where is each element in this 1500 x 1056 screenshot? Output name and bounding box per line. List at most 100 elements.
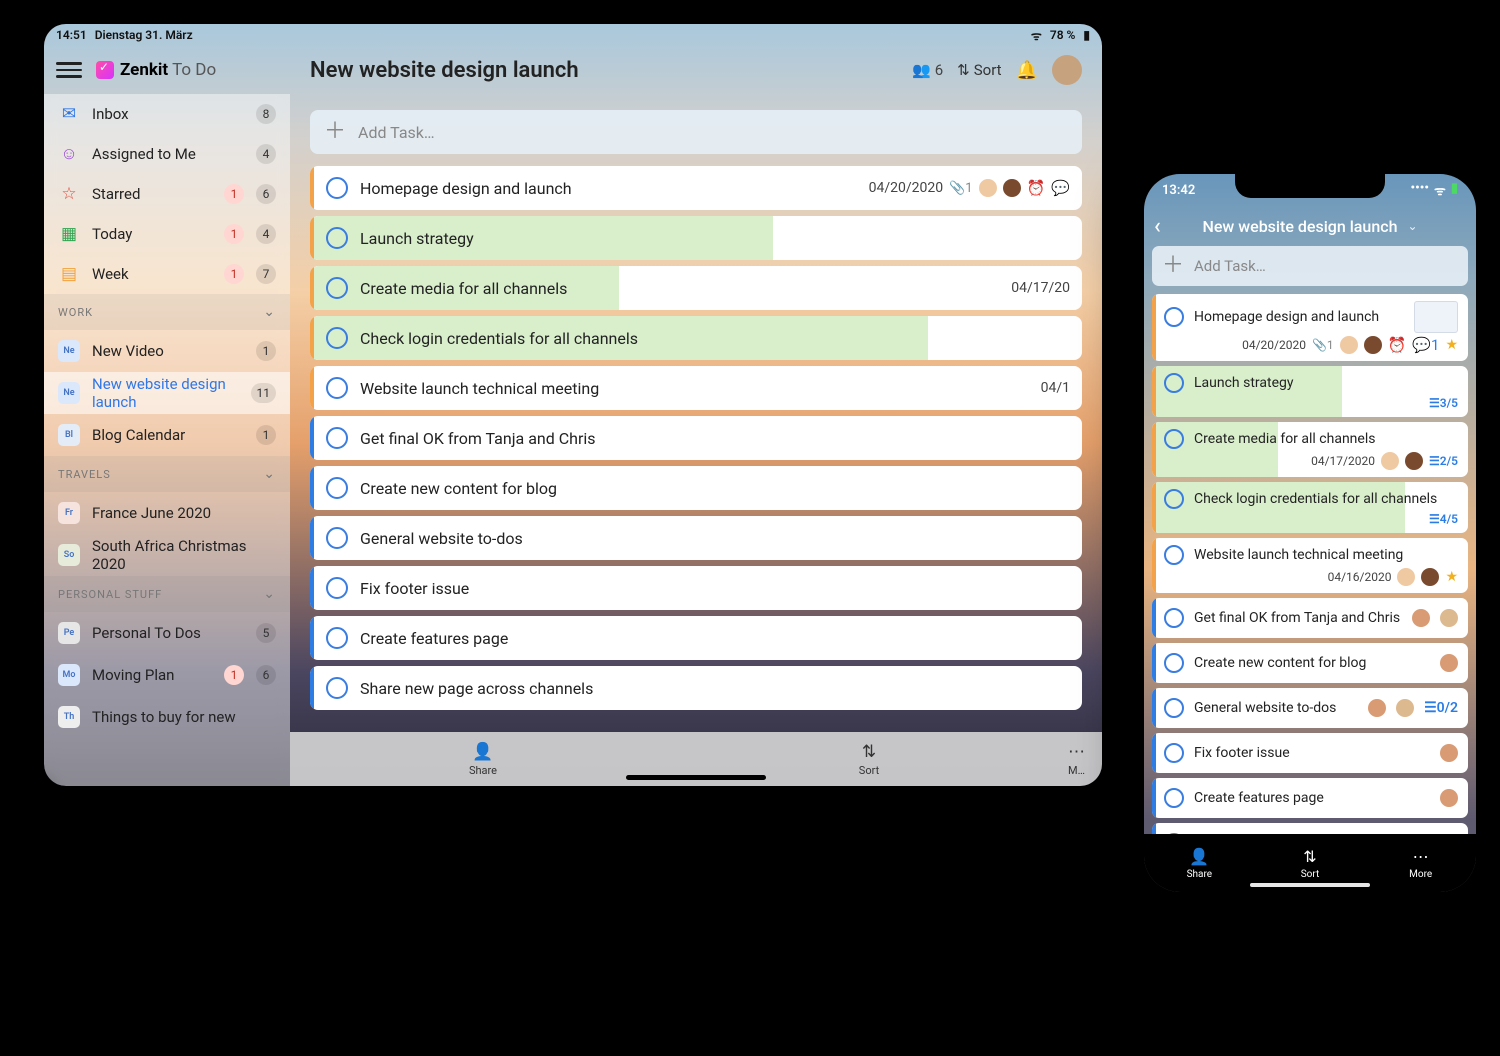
task-row[interactable]: Create features page — [310, 616, 1082, 660]
folder-header[interactable]: TRAVELS⌄ — [44, 456, 290, 492]
sidebar-item-assigned[interactable]: ☺Assigned to Me4 — [44, 134, 290, 174]
task-checkbox[interactable] — [326, 377, 348, 399]
task-row[interactable]: Get final OK from Tanja and Chris — [310, 416, 1082, 460]
task-row[interactable]: Launch strategy☰3/5 — [1152, 366, 1468, 417]
add-task-input[interactable]: ＋ Add Task… — [310, 110, 1082, 154]
task-checkbox[interactable] — [326, 227, 348, 249]
member-count[interactable]: 👥 6 — [912, 61, 943, 79]
task-checkbox[interactable] — [326, 477, 348, 499]
task-row[interactable]: Website launch technical meeting04/16/20… — [1152, 538, 1468, 593]
task-checkbox[interactable] — [326, 277, 348, 299]
task-row[interactable]: Launch strategy — [310, 216, 1082, 260]
task-row[interactable]: Create features page — [1152, 778, 1468, 818]
list-label: South Africa Christmas 2020 — [92, 537, 276, 573]
task-checkbox[interactable] — [1164, 653, 1184, 673]
count-badge: 6 — [256, 184, 276, 204]
task-title: Website launch technical meeting — [1194, 546, 1458, 564]
sidebar-list-item[interactable]: NeNew website design launch11 — [44, 372, 290, 414]
task-row[interactable]: Create new content for blog — [1152, 643, 1468, 683]
list-label: New website design launch — [92, 375, 239, 411]
task-checkbox[interactable] — [1164, 429, 1184, 449]
inbox-icon: ✉ — [58, 104, 80, 124]
list-label: Moving Plan — [92, 666, 212, 684]
menu-button[interactable] — [54, 55, 84, 85]
sidebar-item-inbox[interactable]: ✉Inbox8 — [44, 94, 290, 134]
done-section-header[interactable]: Done — [310, 724, 1082, 730]
sidebar-item-label: Starred — [92, 185, 212, 203]
task-checkbox[interactable] — [1164, 608, 1184, 628]
toolbar-share[interactable]: 👤 Share — [290, 732, 676, 786]
sidebar-list-item[interactable]: BlBlog Calendar1 — [44, 414, 290, 456]
toolbar-more[interactable]: ⋯ More — [1365, 834, 1476, 892]
app-name: Zenkit To Do — [120, 60, 216, 80]
task-row[interactable]: Get final OK from Tanja and Chris — [1152, 598, 1468, 638]
subtask-count: ☰4/5 — [1429, 512, 1458, 526]
task-checkbox[interactable] — [326, 677, 348, 699]
add-task-input[interactable]: ＋ Add Task… — [1152, 246, 1468, 286]
subtask-count: ☰2/5 — [1429, 454, 1458, 468]
task-due-date: 04/17/2020 — [1311, 454, 1375, 468]
task-row[interactable]: Create new content for blog — [310, 466, 1082, 510]
task-checkbox[interactable] — [1164, 698, 1184, 718]
user-avatar[interactable] — [1052, 55, 1082, 85]
sidebar-item-week[interactable]: ▤Week17 — [44, 254, 290, 294]
sidebar-item-starred[interactable]: ☆Starred16 — [44, 174, 290, 214]
task-checkbox[interactable] — [326, 627, 348, 649]
task-checkbox[interactable] — [1164, 373, 1184, 393]
sidebar-list-item[interactable]: NeNew Video1 — [44, 330, 290, 372]
task-row[interactable]: Check login credentials for all channels… — [1152, 482, 1468, 533]
task-checkbox[interactable] — [326, 427, 348, 449]
wifi-icon: ᯤ — [1434, 181, 1446, 199]
sidebar-list-item[interactable]: SoSouth Africa Christmas 2020 — [44, 534, 290, 576]
task-row[interactable]: Homepage design and launch04/20/2020📎1⏰💬… — [1152, 294, 1468, 361]
list-title[interactable]: New website design launch — [1202, 217, 1397, 236]
bell-icon[interactable]: 🔔 — [1016, 60, 1038, 81]
phone-list-header: ‹ New website design launch ⌄ — [1144, 206, 1476, 246]
task-row[interactable]: Share new page across channels — [310, 666, 1082, 710]
star-icon: ★ — [1445, 569, 1458, 585]
task-row[interactable]: Share new page across channels — [1152, 823, 1468, 834]
task-checkbox[interactable] — [1164, 489, 1184, 509]
sidebar-list-item[interactable]: MoMoving Plan16 — [44, 654, 290, 696]
task-checkbox[interactable] — [326, 577, 348, 599]
add-task-placeholder: Add Task… — [358, 123, 435, 142]
battery-icon: ▮ — [1451, 181, 1458, 199]
task-title: Fix footer issue — [360, 579, 1058, 598]
sort-icon: ⇅ — [862, 742, 876, 762]
overdue-badge: 1 — [224, 264, 244, 284]
task-checkbox[interactable] — [1164, 545, 1184, 565]
task-row[interactable]: General website to-dos☰0/2 — [1152, 688, 1468, 728]
task-checkbox[interactable] — [326, 527, 348, 549]
sort-icon: ⇅ — [957, 61, 970, 79]
task-checkbox[interactable] — [1164, 788, 1184, 808]
sidebar-list-item[interactable]: FrFrance June 2020 — [44, 492, 290, 534]
task-checkbox[interactable] — [1164, 743, 1184, 763]
toolbar-share[interactable]: 👤 Share — [1144, 834, 1255, 892]
more-icon: ⋯ — [1068, 742, 1085, 762]
toolbar-more[interactable]: ⋯ M… — [1062, 732, 1102, 786]
task-row[interactable]: Homepage design and launch04/20/2020📎1⏰💬 — [310, 166, 1082, 210]
list-tag: Mo — [58, 664, 80, 686]
task-row[interactable]: Create media for all channels04/17/2020☰… — [1152, 422, 1468, 477]
folder-header[interactable]: WORK⌄ — [44, 294, 290, 330]
task-checkbox[interactable] — [1164, 307, 1184, 327]
task-checkbox[interactable] — [326, 177, 348, 199]
phone-screen: 13:42 •••• ᯤ ▮ ‹ New website design laun… — [1144, 174, 1476, 892]
sidebar-item-label: Inbox — [92, 105, 244, 123]
sidebar-list-item[interactable]: ThThings to buy for new — [44, 696, 290, 738]
list-tag: Ne — [58, 340, 80, 362]
task-row[interactable]: General website to-dos — [310, 516, 1082, 560]
sidebar-list-item[interactable]: PePersonal To Dos5 — [44, 612, 290, 654]
back-button[interactable]: ‹ — [1154, 214, 1161, 239]
folder-header[interactable]: PERSONAL STUFF⌄ — [44, 576, 290, 612]
task-row[interactable]: Create media for all channels04/17/20 — [310, 266, 1082, 310]
sidebar-item-label: Assigned to Me — [92, 145, 244, 163]
task-row[interactable]: Check login credentials for all channels — [310, 316, 1082, 360]
sidebar-item-today[interactable]: ▦Today14 — [44, 214, 290, 254]
task-row[interactable]: Fix footer issue — [1152, 733, 1468, 773]
task-checkbox[interactable] — [326, 327, 348, 349]
task-checkbox[interactable] — [1164, 833, 1184, 834]
task-row[interactable]: Fix footer issue — [310, 566, 1082, 610]
task-row[interactable]: Website launch technical meeting04/1 — [310, 366, 1082, 410]
sort-control[interactable]: ⇅ Sort — [957, 61, 1001, 79]
